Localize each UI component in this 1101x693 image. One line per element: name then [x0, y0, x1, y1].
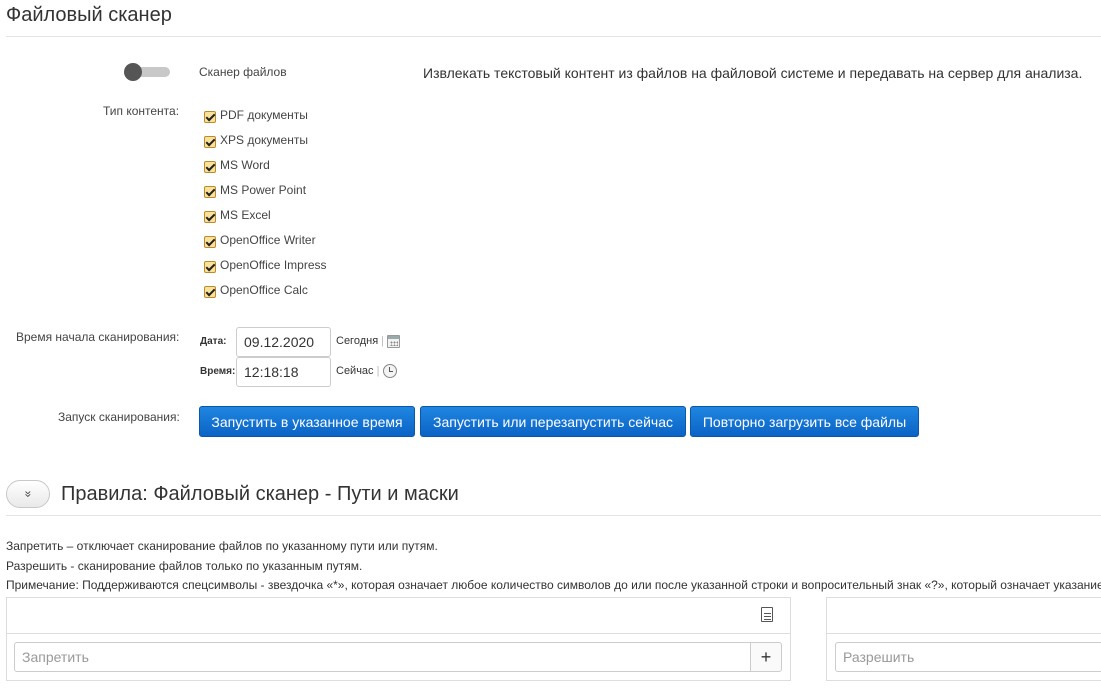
reload-files-button[interactable]: Повторно загрузить все файлы	[690, 406, 919, 437]
note-deny: Запретить – отключает сканирование файло…	[6, 539, 438, 553]
date-label: Дата:	[200, 336, 227, 347]
collapse-button[interactable]: »	[6, 480, 50, 508]
checkbox-oo-calc[interactable]: OpenOffice Calc	[204, 283, 327, 308]
allow-input[interactable]	[835, 642, 1101, 672]
chevrons-down-icon: »	[21, 490, 35, 498]
deny-panel: +	[6, 597, 791, 681]
launch-label: Запуск сканирования:	[58, 410, 180, 424]
checkbox-box[interactable]	[204, 286, 216, 298]
checkbox-box[interactable]	[204, 261, 216, 273]
separator: |	[381, 335, 385, 347]
deny-input[interactable]	[14, 642, 751, 672]
deny-panel-header	[7, 598, 790, 634]
checkbox-label: OpenOffice Calc	[220, 283, 308, 297]
note-wildcards: Примечание: Поддерживаются спецсимволы -…	[6, 578, 1101, 592]
time-label: Время:	[200, 366, 236, 377]
clock-icon[interactable]	[383, 364, 397, 378]
checkbox-box[interactable]	[204, 136, 216, 148]
checkbox-oo-impress[interactable]: OpenOffice Impress	[204, 258, 327, 283]
run-now-button[interactable]: Запустить или перезапустить сейчас	[420, 406, 686, 437]
checkbox-ms-excel[interactable]: MS Excel	[204, 208, 327, 233]
separator: |	[376, 365, 380, 377]
allow-panel-header	[827, 598, 1101, 634]
note-allow: Разрешить - сканирование файлов только п…	[6, 559, 363, 573]
checkbox-label: OpenOffice Impress	[220, 258, 327, 272]
checkbox-label: XPS документы	[220, 133, 308, 147]
today-link[interactable]: Сегодня	[336, 335, 378, 347]
checkbox-box[interactable]	[204, 111, 216, 123]
checkbox-label: OpenOffice Writer	[220, 233, 316, 247]
content-type-label: Тип контента:	[103, 104, 180, 118]
checkbox-label: MS Word	[220, 158, 270, 172]
date-input[interactable]	[236, 327, 331, 357]
checkbox-label: PDF документы	[220, 108, 308, 122]
scanner-toggle[interactable]	[124, 63, 170, 81]
toggle-knob	[124, 63, 142, 81]
title-divider	[6, 36, 1101, 37]
checkbox-ms-power-point[interactable]: MS Power Point	[204, 183, 327, 208]
checkbox-box[interactable]	[204, 186, 216, 198]
now-link[interactable]: Сейчас	[336, 365, 374, 377]
content-type-list: PDF документы XPS документы MS Word MS P…	[204, 108, 327, 308]
now-link-group: Сейчас |	[336, 365, 382, 377]
add-deny-button[interactable]: +	[750, 642, 782, 672]
time-input[interactable]	[236, 357, 331, 387]
checkbox-xps[interactable]: XPS документы	[204, 133, 327, 158]
checkbox-label: MS Excel	[220, 208, 271, 222]
checkbox-box[interactable]	[204, 161, 216, 173]
calendar-icon[interactable]	[387, 335, 400, 348]
run-scheduled-button[interactable]: Запустить в указанное время	[199, 406, 415, 437]
checkbox-box[interactable]	[204, 236, 216, 248]
checkbox-label: MS Power Point	[220, 183, 307, 197]
scan-start-label: Время начала сканирования:	[16, 330, 180, 344]
scanner-toggle-label: Сканер файлов	[199, 65, 287, 79]
today-link-group: Сегодня |	[336, 335, 387, 347]
document-icon[interactable]	[761, 607, 773, 622]
page-title: Файловый сканер	[6, 4, 172, 26]
section-divider	[6, 515, 1101, 516]
checkbox-oo-writer[interactable]: OpenOffice Writer	[204, 233, 327, 258]
rules-section-title: Правила: Файловый сканер - Пути и маски	[61, 483, 459, 505]
allow-panel	[826, 597, 1101, 681]
checkbox-ms-word[interactable]: MS Word	[204, 158, 327, 183]
checkbox-pdf[interactable]: PDF документы	[204, 108, 327, 133]
scanner-description: Извлекать текстовый контент из файлов на…	[423, 65, 1083, 81]
checkbox-box[interactable]	[204, 211, 216, 223]
